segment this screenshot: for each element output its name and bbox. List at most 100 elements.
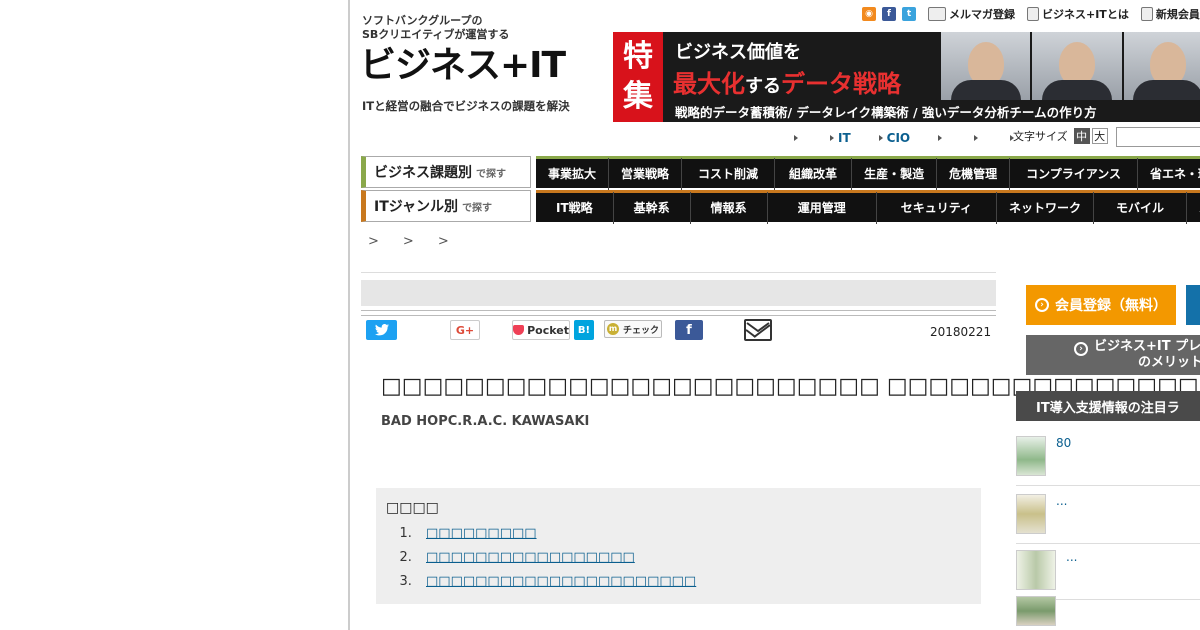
- ranking-item-title[interactable]: ...: [1056, 494, 1067, 508]
- nav-item[interactable]: IT戦略: [536, 191, 614, 224]
- ranking-item-title[interactable]: ...: [1066, 550, 1077, 564]
- nav-item[interactable]: 運用管理: [768, 191, 877, 224]
- font-size-large-button[interactable]: 大: [1091, 128, 1108, 144]
- newsletter-link[interactable]: メルマガ登録: [928, 6, 1015, 22]
- share-bar: G+ Pocket B! m チェック f: [366, 319, 996, 344]
- toc-item: □□□□□□□□□: [416, 522, 971, 546]
- util-link-it[interactable]: IT: [830, 131, 851, 145]
- google-plus-share-button[interactable]: G+: [450, 320, 480, 340]
- banner-photos: [941, 32, 1200, 100]
- nav-item[interactable]: ネットワーク: [997, 191, 1094, 224]
- mail-share-button[interactable]: [744, 319, 772, 341]
- mixi-icon: m: [606, 323, 619, 335]
- nav-item[interactable]: セキュリティ: [877, 191, 997, 224]
- arrow-right-icon: [794, 135, 798, 141]
- nav-item[interactable]: 情報系: [691, 191, 768, 224]
- font-size-control: 文字サイズ 中 大: [1013, 128, 1108, 144]
- mixi-check-button[interactable]: m チェック: [604, 320, 662, 338]
- nav-item[interactable]: 営業戦略: [609, 157, 683, 190]
- ranking-thumbnail: [1016, 436, 1046, 476]
- nav-item[interactable]: コンプライアンス: [1010, 157, 1139, 190]
- article-author: BAD HOPC.R.A.C. KAWASAKI: [381, 414, 590, 429]
- nav-item[interactable]: 基幹系: [614, 191, 691, 224]
- banner-line2: 最大化するデータ戦略: [673, 64, 901, 99]
- business-issue-nav: ビジネス課題別 で探す 事業拡大 営業戦略 コスト削減 組織改革 生産・製造 危機…: [361, 156, 1200, 190]
- login-button[interactable]: [1186, 285, 1200, 325]
- ranking-item-title[interactable]: 80: [1056, 436, 1071, 450]
- breadcrumb-separator[interactable]: >: [438, 234, 449, 249]
- nav-item[interactable]: モバイル: [1094, 191, 1188, 224]
- nav-item[interactable]: 生産・製造: [852, 157, 938, 190]
- nav-item[interactable]: 危機管理: [937, 157, 1011, 190]
- search-input[interactable]: [1116, 127, 1200, 147]
- nav-label-text: ビジネス課題別: [374, 165, 472, 181]
- twitter-icon[interactable]: t: [902, 7, 916, 21]
- utility-links: IT CIO: [780, 130, 1032, 146]
- it-genre-nav-label[interactable]: ITジャンル別 で探す: [361, 190, 531, 222]
- ranking-heading: IT導入支援情報の注目ラ: [1016, 391, 1200, 421]
- toc-title: □□□□: [386, 500, 439, 516]
- twitter-share-button[interactable]: [366, 320, 397, 340]
- it-genre-nav: ITジャンル別 で探す IT戦略 基幹系 情報系 運用管理 セキュリティ ネットワ…: [361, 190, 1200, 224]
- register-button-label: 会員登録（無料）: [1055, 298, 1167, 314]
- newsletter-label: メルマガ登録: [949, 8, 1015, 21]
- nav-item[interactable]: 省エネ・環: [1138, 158, 1200, 190]
- toc-list: □□□□□□□□□ □□□□□□□□□□□□□□□□□ □□□□□□□□□□□□…: [386, 522, 971, 594]
- breadcrumb-separator[interactable]: >: [368, 234, 379, 249]
- top-links: ◉ f t メルマガ登録 ビジネス+ITとは 新規会員登: [862, 6, 1200, 22]
- nav-item[interactable]: コスト削減: [682, 157, 776, 190]
- hatena-bookmark-button[interactable]: B!: [574, 320, 594, 340]
- toc-link[interactable]: □□□□□□□□□□□□□□□□□□□□□□: [426, 574, 696, 589]
- toc-link[interactable]: □□□□□□□□□□□□□□□□□: [426, 550, 635, 565]
- arrow-circle-icon: ›: [1035, 298, 1049, 312]
- util-link-cio[interactable]: CIO: [878, 131, 910, 145]
- nav-item[interactable]: 組織改革: [775, 157, 853, 190]
- banner-tag: 特集: [613, 32, 663, 122]
- about-link[interactable]: ビジネス+ITとは: [1027, 6, 1129, 22]
- divider: [361, 272, 996, 273]
- ranking-item[interactable]: 80: [1016, 428, 1200, 486]
- nav-item[interactable]: ハ: [1187, 192, 1200, 224]
- speaker-photo: [941, 32, 1031, 100]
- banner-line2-a: 最大化: [673, 70, 745, 98]
- util-link-label: IT: [838, 131, 851, 145]
- banner-line1: ビジネス価値を: [675, 42, 801, 63]
- twitter-bird-icon: [374, 324, 389, 336]
- ranking-item[interactable]: ...: [1016, 486, 1200, 544]
- business-issue-menu: 事業拡大 営業戦略 コスト削減 組織改革 生産・製造 危機管理 コンプライアンス…: [536, 156, 1200, 190]
- breadcrumb: > > >: [368, 234, 449, 249]
- table-of-contents: □□□□ □□□□□□□□□ □□□□□□□□□□□□□□□□□ □□□□□□□…: [376, 488, 981, 604]
- article-title: □□□□□□□□□□□□□□□□□□□□□□□□ □□□□□□□□□□□□□□□…: [381, 374, 1200, 399]
- logo-subtitle: ソフトバンクグループの SBクリエイティブが運営する: [362, 14, 509, 42]
- pocket-share-button[interactable]: Pocket: [512, 320, 570, 340]
- util-link[interactable]: [974, 135, 982, 141]
- nav-item[interactable]: 事業拡大: [536, 157, 610, 190]
- feature-banner[interactable]: 特集 ビジネス価値を 最大化するデータ戦略 戦略的データ蓄積術/ データレイク構…: [613, 32, 1200, 122]
- merit-line1: ビジネス+IT プレ: [1094, 339, 1200, 354]
- banner-line3: 戦略的データ蓄積術/ データレイク構築術 / 強いデータ分析チームの作り方: [675, 105, 1097, 120]
- toc-item: □□□□□□□□□□□□□□□□□: [416, 546, 971, 570]
- premium-merit-button[interactable]: › ビジネス+IT プレ のメリット: [1026, 335, 1200, 375]
- envelope-icon: [746, 322, 770, 333]
- ranking-item[interactable]: [1016, 588, 1200, 630]
- logo-sub-line2: SBクリエイティブが運営する: [362, 28, 510, 41]
- font-size-medium-button[interactable]: 中: [1073, 128, 1090, 144]
- member-register-button[interactable]: › 会員登録（無料）: [1026, 285, 1176, 325]
- pocket-icon: [513, 325, 525, 335]
- util-link[interactable]: [794, 135, 802, 141]
- business-issue-nav-label[interactable]: ビジネス課題別 で探す: [361, 156, 531, 188]
- ranking-thumbnail: [1016, 596, 1056, 626]
- util-link[interactable]: [938, 135, 946, 141]
- rss-icon[interactable]: ◉: [862, 7, 876, 21]
- site-logo[interactable]: ビジネス+IT: [360, 46, 566, 86]
- arrow-right-icon: [878, 135, 883, 141]
- arrow-circle-icon: ›: [1074, 342, 1088, 356]
- toc-link[interactable]: □□□□□□□□□: [426, 526, 537, 541]
- speaker-photo: [1123, 32, 1200, 100]
- mail-icon: [928, 7, 946, 21]
- register-link[interactable]: 新規会員登: [1140, 6, 1200, 22]
- facebook-share-button[interactable]: f: [675, 320, 703, 340]
- breadcrumb-separator[interactable]: >: [403, 234, 414, 249]
- pencil-icon: [1140, 7, 1153, 21]
- facebook-icon[interactable]: f: [882, 7, 896, 21]
